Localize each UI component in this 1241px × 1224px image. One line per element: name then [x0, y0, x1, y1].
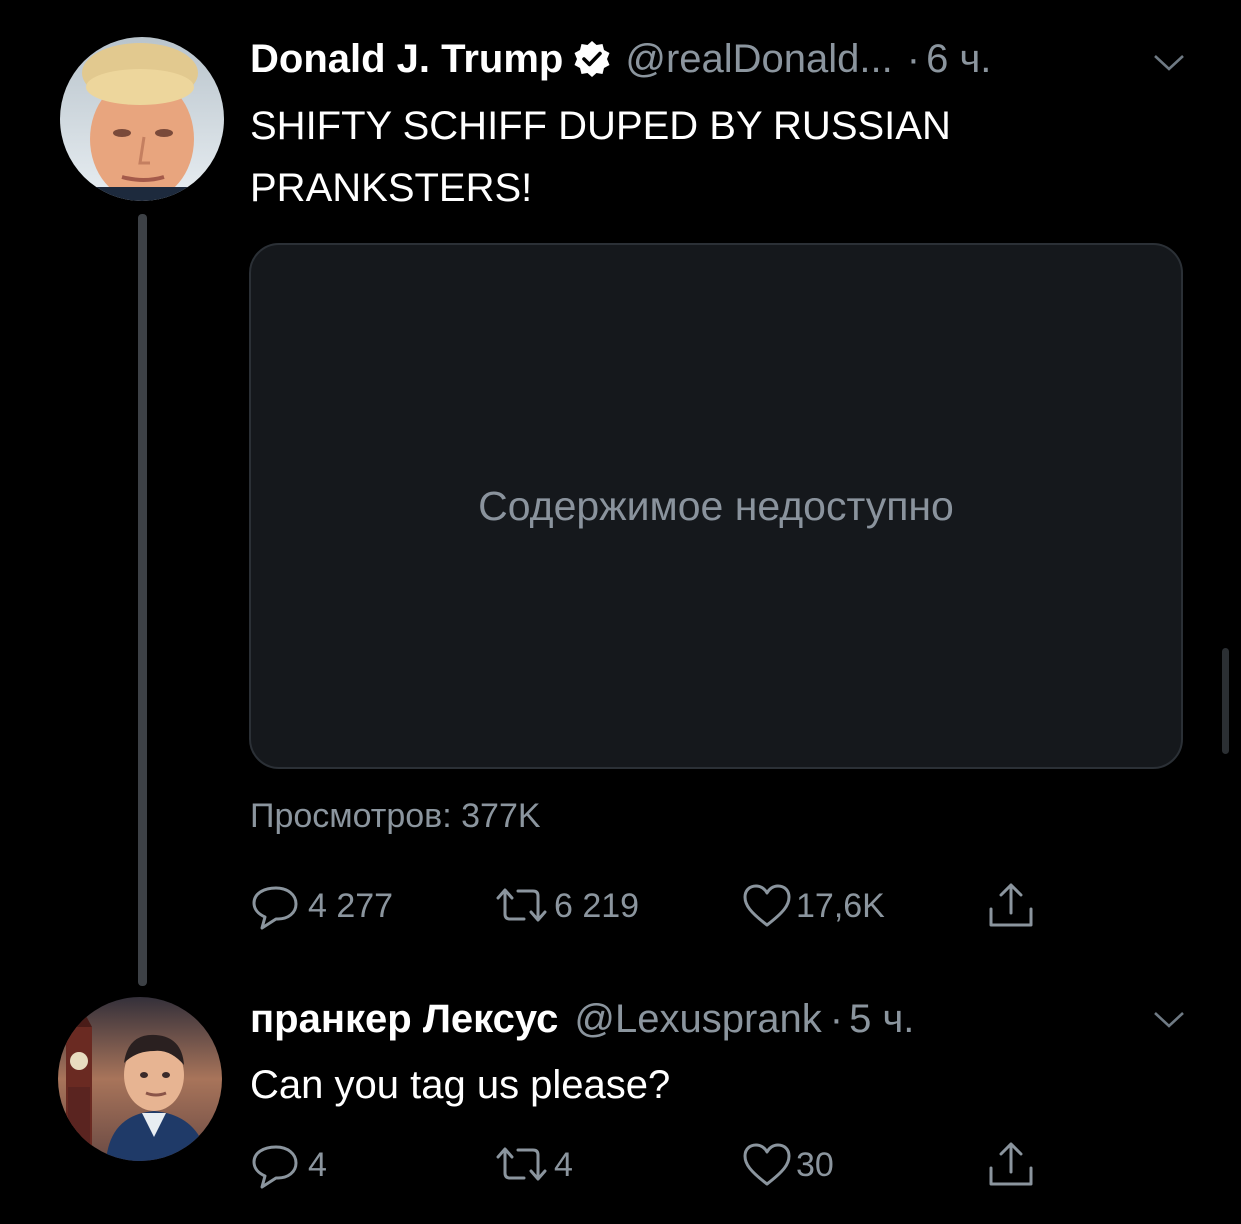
- retweet-count: 4: [554, 1145, 573, 1184]
- separator-dot: ·: [829, 996, 844, 1041]
- reply-button[interactable]: 4 277: [250, 881, 393, 931]
- verified-badge-icon: [573, 40, 611, 78]
- like-count: 30: [796, 1145, 834, 1184]
- media-placeholder[interactable]: Содержимое недоступно: [249, 243, 1183, 769]
- share-button[interactable]: [984, 1140, 1038, 1190]
- tweet-text-line: PRANKSTERS!: [250, 166, 533, 210]
- thread-line: [138, 214, 147, 986]
- heart-icon: [740, 881, 794, 931]
- reply-button[interactable]: 4: [250, 1140, 327, 1190]
- tweet-header: Donald J. Trump @realDonald... · 6 ч.: [250, 34, 991, 84]
- retweet-arrows-icon: [492, 881, 552, 931]
- share-button[interactable]: [984, 881, 1038, 931]
- user-name[interactable]: Donald J. Trump: [250, 37, 563, 82]
- reply-count: 4 277: [308, 886, 394, 925]
- tweet-text: SHIFTY SCHIFF DUPED BY RUSSIAN PRANKSTER…: [250, 95, 1170, 219]
- chevron-down-icon[interactable]: [1152, 1009, 1186, 1031]
- reply-count: 4: [308, 1145, 327, 1184]
- tweet-header: пранкер Лексус @Lexusprank · 5 ч.: [250, 994, 914, 1044]
- speech-bubble-icon: [250, 1140, 306, 1190]
- tweet-text: Can you tag us please?: [250, 1063, 671, 1107]
- retweet-button[interactable]: 6 219: [492, 881, 639, 931]
- action-bar: 4 4 30: [250, 1140, 1050, 1190]
- tweet-time[interactable]: 5 ч.: [849, 997, 914, 1042]
- user-handle[interactable]: @realDonald...: [625, 37, 892, 82]
- user-handle[interactable]: @Lexusprank: [574, 997, 821, 1042]
- retweet-arrows-icon: [492, 1140, 552, 1190]
- like-button[interactable]: 30: [740, 1140, 834, 1190]
- action-bar: 4 277 6 219 17,6K: [250, 881, 1050, 931]
- user-name[interactable]: пранкер Лексус: [250, 997, 558, 1042]
- like-count: 17,6K: [796, 886, 885, 925]
- speech-bubble-icon: [250, 881, 306, 931]
- avatar[interactable]: [58, 997, 222, 1161]
- share-upload-icon: [984, 879, 1038, 933]
- like-button[interactable]: 17,6K: [740, 881, 885, 931]
- media-unavailable-label: Содержимое недоступно: [478, 482, 954, 529]
- view-count: Просмотров: 377K: [250, 797, 541, 835]
- retweet-count: 6 219: [554, 886, 640, 925]
- chevron-down-icon[interactable]: [1152, 52, 1186, 74]
- tweet-text-line: SHIFTY SCHIFF DUPED BY RUSSIAN: [250, 104, 951, 148]
- share-upload-icon: [984, 1138, 1038, 1192]
- separator-dot: ·: [906, 36, 921, 81]
- avatar[interactable]: [60, 37, 224, 201]
- retweet-button[interactable]: 4: [492, 1140, 573, 1190]
- heart-icon: [740, 1140, 794, 1190]
- scrollbar[interactable]: [1222, 648, 1229, 754]
- tweet-time[interactable]: 6 ч.: [926, 37, 991, 82]
